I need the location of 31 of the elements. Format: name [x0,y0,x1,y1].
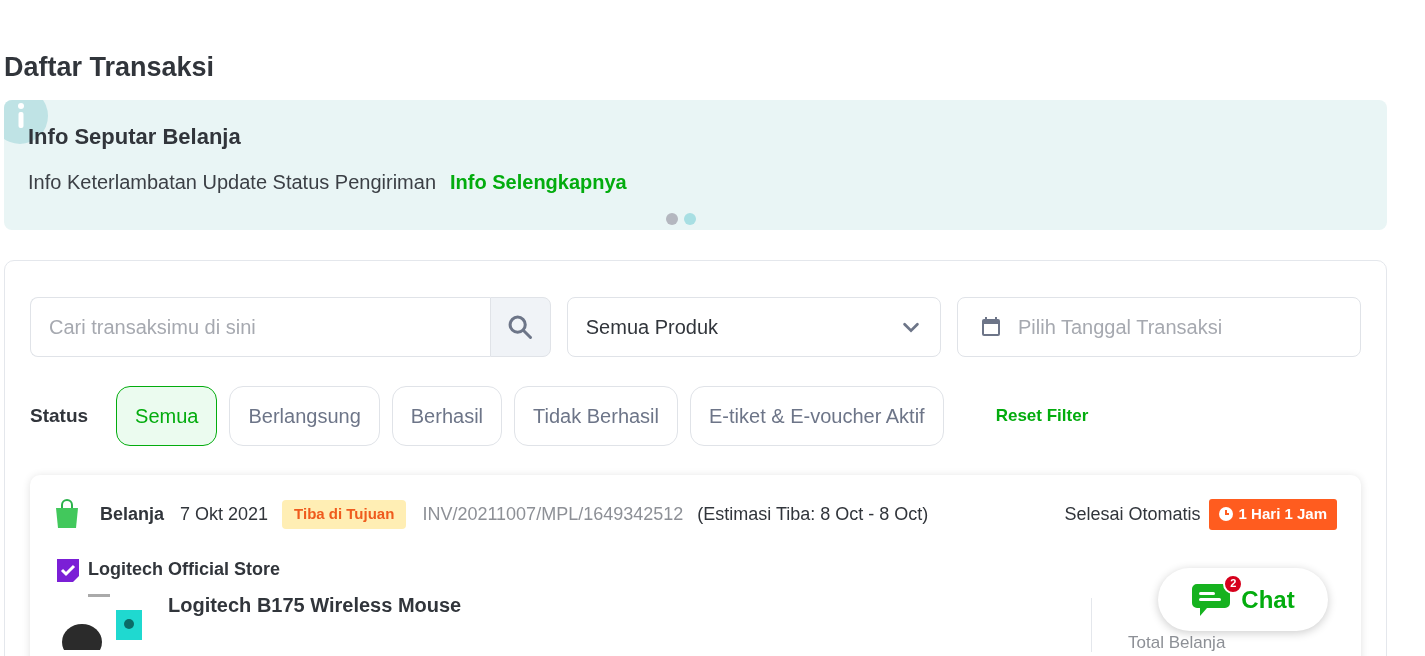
order-date: 7 Okt 2021 [180,502,269,526]
invoice-number: INV/20211007/MPL/1649342512 [422,502,684,526]
info-link[interactable]: Info Selengkapnya [450,167,627,197]
store-name: Logitech Official Store [88,558,281,581]
status-chip[interactable]: Berhasil [391,386,503,446]
shopping-bag-icon [54,499,80,530]
clock-icon [1218,507,1233,522]
product-name: Logitech B175 Wireless Mouse [168,592,462,618]
reset-filter-link[interactable]: Reset Filter [995,403,1089,429]
countdown-badge: 1 Hari 1 Jam [1208,499,1337,530]
total-label: Total Belanja [1128,633,1226,652]
search-icon [506,313,535,341]
status-chip[interactable]: E-tiket & E-voucher Aktif [690,386,944,446]
banner-text: Info Keterlambatan Update Status Pengiriman [28,170,437,195]
search-field[interactable]: Cari transaksimu di sini [30,297,490,357]
banner-title: Info Seputar Belanja [28,123,241,151]
order-category: Belanja [100,502,165,526]
notification-badge: 2 [1223,573,1244,594]
chat-bubble-icon [1191,581,1232,618]
product-select[interactable]: Semua Produk [566,297,941,357]
page-title: Daftar Transaksi [4,51,215,84]
date-field[interactable]: Pilih Tanggal Transaksi [956,297,1361,357]
chat-button[interactable]: 2 Chat [1158,568,1328,631]
status-chip[interactable]: Berlangsung [229,386,380,446]
auto-complete-label: Selesai Otomatis [1064,502,1201,526]
status-chip[interactable]: Tidak Berhasil [514,386,678,446]
status-label: Status [30,403,89,428]
status-badge: Tiba di Tujuan [282,500,407,529]
arrival-estimate: (Estimasi Tiba: 8 Oct - 8 Oct) [697,502,929,526]
search-button[interactable] [489,297,551,357]
status-chip[interactable]: Semua [116,386,218,446]
